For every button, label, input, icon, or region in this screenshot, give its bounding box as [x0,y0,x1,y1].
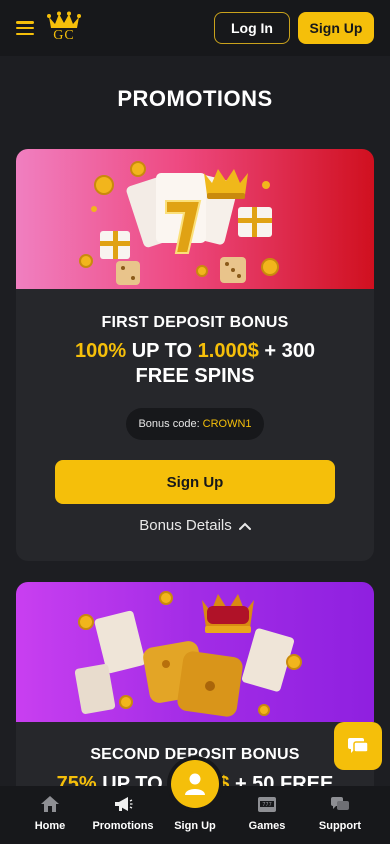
svg-text:777: 777 [262,802,272,808]
promo-signup-button[interactable]: Sign Up [55,460,335,504]
bonus-details-label: Bonus Details [139,517,232,534]
nav-support-label: Support [318,820,362,832]
bonus-details-toggle[interactable]: Bonus Details [16,517,374,534]
logo-text: GC [53,28,75,43]
offer-upto: UP TO [126,340,198,362]
bonus-code-pill[interactable]: Bonus code: CROWN1 [126,408,264,440]
nav-games-label: Games [248,820,286,832]
home-icon [39,794,61,814]
bonus-code-value: CROWN1 [202,418,252,430]
nav-support[interactable]: Support [301,786,379,844]
menu-icon[interactable] [16,21,34,35]
offer-line2: FREE SPINS [135,365,255,387]
bonus-code-label: Bonus code: [138,418,200,430]
signup-fab-button[interactable] [171,760,219,808]
nav-games[interactable]: 777 Games [228,786,306,844]
nav-home-label: Home [34,820,66,832]
top-header: GC Log In Sign Up [0,0,390,56]
user-icon [185,773,205,795]
megaphone-icon [112,794,134,814]
promo-banner-image [16,582,374,722]
nav-home[interactable]: Home [11,786,89,844]
bonus-offer: 100% UP TO 1.000$ + 300 FREE SPINS [16,339,374,389]
slot-machine-icon: 777 [256,794,278,814]
offer-percent: 100% [74,340,127,362]
header-signup-button[interactable]: Sign Up [298,12,374,44]
bonus-title: FIRST DEPOSIT BONUS [101,314,289,331]
chevron-up-icon [238,522,251,530]
chat-bubbles-icon [329,794,351,814]
nav-promotions[interactable]: Promotions [84,786,162,844]
logo[interactable]: GC [46,11,82,45]
chat-icon [348,738,369,753]
live-chat-button[interactable] [334,722,382,770]
promo-card-first-deposit: FIRST DEPOSIT BONUS 100% UP TO 1.000$ + … [16,149,374,561]
page-title: PROMOTIONS [117,86,273,111]
login-button[interactable]: Log In [214,12,290,44]
offer-amount: 1.000$ [197,340,259,362]
nav-promotions-label: Promotions [92,820,154,832]
nav-signup-label: Sign Up [174,820,216,832]
promo-banner-image [16,149,374,289]
offer-rest: + 300 [258,340,315,362]
